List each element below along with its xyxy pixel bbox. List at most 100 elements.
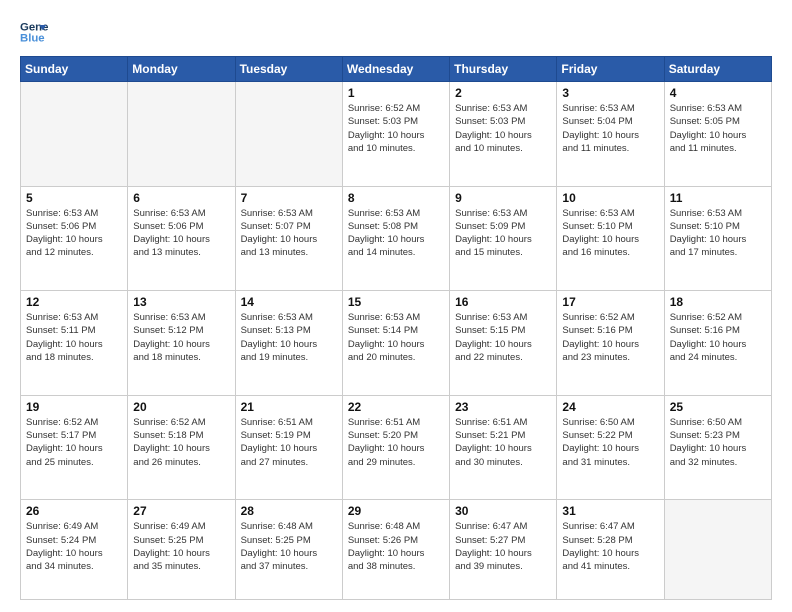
day-number: 4	[670, 86, 766, 100]
day-info: Sunrise: 6:51 AM Sunset: 5:21 PM Dayligh…	[455, 416, 551, 469]
day-info: Sunrise: 6:51 AM Sunset: 5:20 PM Dayligh…	[348, 416, 444, 469]
calendar-cell: 26 Sunrise: 6:49 AM Sunset: 5:24 PM Dayli…	[21, 500, 128, 600]
day-number: 22	[348, 400, 444, 414]
day-number: 19	[26, 400, 122, 414]
weekday-header-thursday: Thursday	[450, 57, 557, 82]
day-number: 9	[455, 191, 551, 205]
day-number: 29	[348, 504, 444, 518]
weekday-header-monday: Monday	[128, 57, 235, 82]
day-number: 12	[26, 295, 122, 309]
calendar-cell: 5Sunrise: 6:53 AM Sunset: 5:06 PM Daylig…	[21, 186, 128, 291]
day-number: 1	[348, 86, 444, 100]
day-number: 7	[241, 191, 337, 205]
day-number: 14	[241, 295, 337, 309]
day-number: 6	[133, 191, 229, 205]
day-info: Sunrise: 6:53 AM Sunset: 5:06 PM Dayligh…	[133, 207, 229, 260]
calendar-cell: 14 Sunrise: 6:53 AM Sunset: 5:13 PM Dayli…	[235, 291, 342, 396]
day-info: Sunrise: 6:53 AM Sunset: 5:04 PM Dayligh…	[562, 102, 658, 155]
day-info: Sunrise: 6:53 AM Sunset: 5:11 PM Dayligh…	[26, 311, 122, 364]
day-number: 24	[562, 400, 658, 414]
day-info: Sunrise: 6:47 AM Sunset: 5:28 PM Dayligh…	[562, 520, 658, 573]
calendar-cell: 21 Sunrise: 6:51 AM Sunset: 5:19 PM Dayli…	[235, 395, 342, 500]
calendar-cell: 30Sunrise: 6:47 AM Sunset: 5:27 PM Dayli…	[450, 500, 557, 600]
day-number: 28	[241, 504, 337, 518]
calendar-week-3: 19 Sunrise: 6:52 AM Sunset: 5:17 PM Dayli…	[21, 395, 772, 500]
page: General Blue SundayMondayTuesdayWednesda…	[0, 0, 792, 612]
day-number: 23	[455, 400, 551, 414]
day-info: Sunrise: 6:53 AM Sunset: 5:13 PM Dayligh…	[241, 311, 337, 364]
day-info: Sunrise: 6:53 AM Sunset: 5:08 PM Dayligh…	[348, 207, 444, 260]
header: General Blue	[20, 18, 772, 46]
logo-icon: General Blue	[20, 18, 48, 46]
day-number: 5	[26, 191, 122, 205]
calendar-table: SundayMondayTuesdayWednesdayThursdayFrid…	[20, 56, 772, 600]
calendar-cell: 10 Sunrise: 6:53 AM Sunset: 5:10 PM Dayli…	[557, 186, 664, 291]
day-info: Sunrise: 6:52 AM Sunset: 5:16 PM Dayligh…	[562, 311, 658, 364]
day-number: 11	[670, 191, 766, 205]
day-info: Sunrise: 6:53 AM Sunset: 5:05 PM Dayligh…	[670, 102, 766, 155]
calendar-cell: 4 Sunrise: 6:53 AM Sunset: 5:05 PM Daylig…	[664, 82, 771, 187]
calendar-cell: 29Sunrise: 6:48 AM Sunset: 5:26 PM Dayli…	[342, 500, 449, 600]
day-number: 3	[562, 86, 658, 100]
calendar-cell: 19 Sunrise: 6:52 AM Sunset: 5:17 PM Dayli…	[21, 395, 128, 500]
calendar-cell: 31 Sunrise: 6:47 AM Sunset: 5:28 PM Dayli…	[557, 500, 664, 600]
day-info: Sunrise: 6:49 AM Sunset: 5:25 PM Dayligh…	[133, 520, 229, 573]
day-info: Sunrise: 6:49 AM Sunset: 5:24 PM Dayligh…	[26, 520, 122, 573]
calendar-cell: 8 Sunrise: 6:53 AM Sunset: 5:08 PM Daylig…	[342, 186, 449, 291]
calendar-cell: 16 Sunrise: 6:53 AM Sunset: 5:15 PM Dayli…	[450, 291, 557, 396]
calendar-cell: 11 Sunrise: 6:53 AM Sunset: 5:10 PM Dayli…	[664, 186, 771, 291]
day-number: 13	[133, 295, 229, 309]
weekday-header-wednesday: Wednesday	[342, 57, 449, 82]
calendar-cell	[664, 500, 771, 600]
day-number: 10	[562, 191, 658, 205]
weekday-header-tuesday: Tuesday	[235, 57, 342, 82]
calendar-cell: 1 Sunrise: 6:52 AM Sunset: 5:03 PM Daylig…	[342, 82, 449, 187]
day-number: 27	[133, 504, 229, 518]
day-info: Sunrise: 6:53 AM Sunset: 5:07 PM Dayligh…	[241, 207, 337, 260]
calendar-cell: 17Sunrise: 6:52 AM Sunset: 5:16 PM Dayli…	[557, 291, 664, 396]
day-info: Sunrise: 6:53 AM Sunset: 5:03 PM Dayligh…	[455, 102, 551, 155]
day-number: 16	[455, 295, 551, 309]
weekday-header-sunday: Sunday	[21, 57, 128, 82]
day-number: 15	[348, 295, 444, 309]
day-info: Sunrise: 6:52 AM Sunset: 5:03 PM Dayligh…	[348, 102, 444, 155]
day-number: 18	[670, 295, 766, 309]
day-number: 21	[241, 400, 337, 414]
calendar-cell: 28 Sunrise: 6:48 AM Sunset: 5:25 PM Dayli…	[235, 500, 342, 600]
calendar-cell: 23 Sunrise: 6:51 AM Sunset: 5:21 PM Dayli…	[450, 395, 557, 500]
svg-text:Blue: Blue	[20, 33, 45, 45]
calendar-cell: 9 Sunrise: 6:53 AM Sunset: 5:09 PM Daylig…	[450, 186, 557, 291]
day-info: Sunrise: 6:53 AM Sunset: 5:14 PM Dayligh…	[348, 311, 444, 364]
weekday-header-friday: Friday	[557, 57, 664, 82]
calendar-cell	[128, 82, 235, 187]
calendar-cell: 3 Sunrise: 6:53 AM Sunset: 5:04 PM Daylig…	[557, 82, 664, 187]
calendar-cell: 20Sunrise: 6:52 AM Sunset: 5:18 PM Dayli…	[128, 395, 235, 500]
day-info: Sunrise: 6:52 AM Sunset: 5:17 PM Dayligh…	[26, 416, 122, 469]
calendar-cell: 27 Sunrise: 6:49 AM Sunset: 5:25 PM Dayli…	[128, 500, 235, 600]
day-number: 26	[26, 504, 122, 518]
day-info: Sunrise: 6:48 AM Sunset: 5:25 PM Dayligh…	[241, 520, 337, 573]
calendar-cell	[21, 82, 128, 187]
calendar-cell: 7 Sunrise: 6:53 AM Sunset: 5:07 PM Daylig…	[235, 186, 342, 291]
day-number: 31	[562, 504, 658, 518]
day-info: Sunrise: 6:52 AM Sunset: 5:16 PM Dayligh…	[670, 311, 766, 364]
calendar-week-2: 12 Sunrise: 6:53 AM Sunset: 5:11 PM Dayli…	[21, 291, 772, 396]
day-info: Sunrise: 6:53 AM Sunset: 5:10 PM Dayligh…	[670, 207, 766, 260]
calendar-cell: 12 Sunrise: 6:53 AM Sunset: 5:11 PM Dayli…	[21, 291, 128, 396]
day-info: Sunrise: 6:51 AM Sunset: 5:19 PM Dayligh…	[241, 416, 337, 469]
day-number: 30	[455, 504, 551, 518]
day-info: Sunrise: 6:53 AM Sunset: 5:10 PM Dayligh…	[562, 207, 658, 260]
calendar-cell: 24 Sunrise: 6:50 AM Sunset: 5:22 PM Dayli…	[557, 395, 664, 500]
calendar-week-1: 5 Sunrise: 6:53 AM Sunset: 5:06 PM Daylig…	[21, 186, 772, 291]
logo: General Blue	[20, 18, 52, 46]
day-number: 25	[670, 400, 766, 414]
calendar-cell: 22 Sunrise: 6:51 AM Sunset: 5:20 PM Dayli…	[342, 395, 449, 500]
day-info: Sunrise: 6:53 AM Sunset: 5:15 PM Dayligh…	[455, 311, 551, 364]
day-info: Sunrise: 6:50 AM Sunset: 5:22 PM Dayligh…	[562, 416, 658, 469]
calendar-week-4: 26 Sunrise: 6:49 AM Sunset: 5:24 PM Dayli…	[21, 500, 772, 600]
day-info: Sunrise: 6:53 AM Sunset: 5:09 PM Dayligh…	[455, 207, 551, 260]
calendar-cell: 15 Sunrise: 6:53 AM Sunset: 5:14 PM Dayli…	[342, 291, 449, 396]
day-number: 2	[455, 86, 551, 100]
day-number: 8	[348, 191, 444, 205]
weekday-header-saturday: Saturday	[664, 57, 771, 82]
